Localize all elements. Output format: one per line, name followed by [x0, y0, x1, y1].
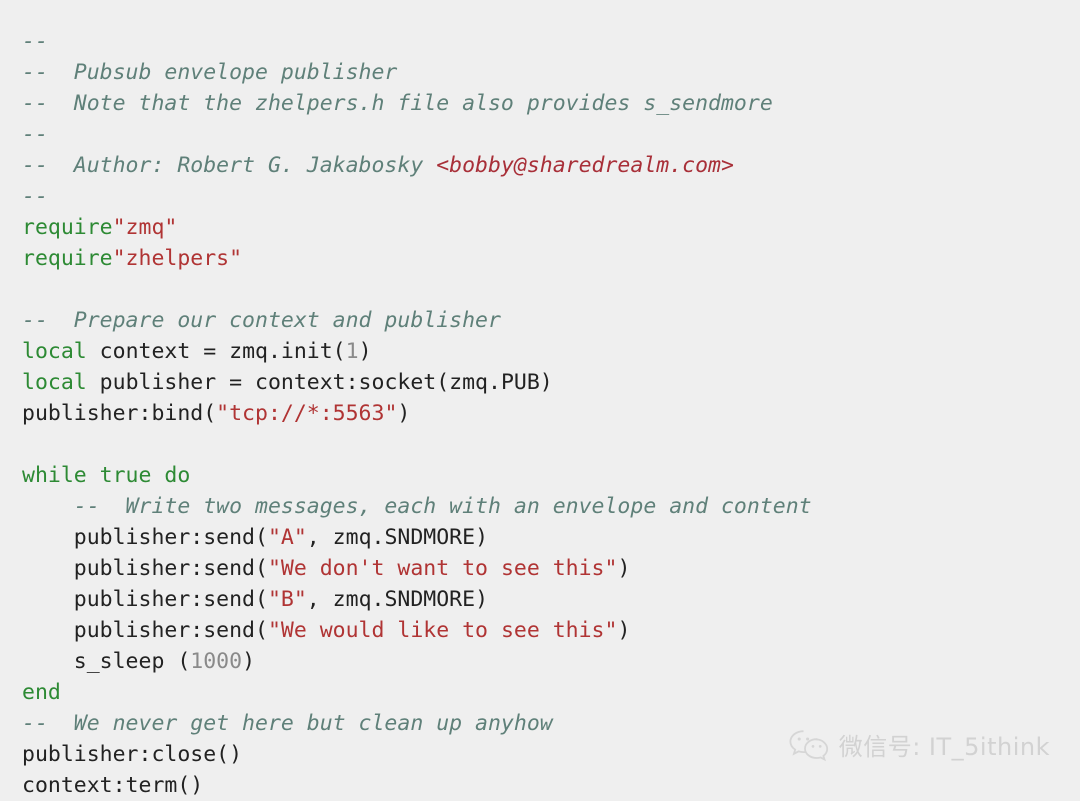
code-token-comment: -- — [22, 122, 48, 147]
code-token-plain: , zmq.SNDMORE) — [306, 587, 489, 612]
code-line: s_sleep (1000) — [22, 646, 1062, 677]
code-line: -- — [22, 26, 1062, 57]
code-line: require"zhelpers" — [22, 243, 1062, 274]
code-token-plain: publisher:send( — [22, 587, 268, 612]
code-token-plain: publisher:send( — [22, 556, 268, 581]
code-token-keyword: while true do — [22, 463, 191, 488]
code-token-string: "zmq" — [112, 215, 178, 240]
code-token-keyword: local — [22, 339, 87, 364]
code-line: publisher:send("A", zmq.SNDMORE) — [22, 522, 1062, 553]
code-line: -- — [22, 181, 1062, 212]
code-line: -- Prepare our context and publisher — [22, 305, 1062, 336]
code-token-number: 1000 — [190, 649, 243, 674]
code-token-plain: ) — [617, 618, 631, 643]
code-token-keyword: end — [22, 680, 61, 705]
code-token-string: "We would like to see this" — [267, 618, 618, 643]
code-line: local publisher = context:socket(zmq.PUB… — [22, 367, 1062, 398]
code-token-plain: publisher:bind( — [22, 401, 217, 426]
code-token-comment: -- Author: Robert G. Jakabosky — [22, 153, 437, 178]
code-token-plain: publisher:send( — [22, 525, 268, 550]
code-token-keyword: local — [22, 370, 87, 395]
code-token-comment: -- — [22, 29, 48, 54]
code-token-number: 1 — [345, 339, 359, 364]
code-token-plain: ) — [358, 339, 372, 364]
code-token-plain: context:term() — [22, 773, 204, 798]
code-token-comment: -- Write two messages, each with an enve… — [22, 494, 812, 519]
code-line: publisher:send("We don't want to see thi… — [22, 553, 1062, 584]
code-token-string: "B" — [267, 587, 307, 612]
code-line: -- We never get here but clean up anyhow — [22, 708, 1062, 739]
code-line: publisher:close() — [22, 739, 1062, 770]
code-token-plain: context = zmq.init( — [86, 339, 346, 364]
code-token-comment: -- We never get here but clean up anyhow — [22, 711, 553, 736]
code-token-comment: -- Note that the zhelpers.h file also pr… — [22, 91, 773, 116]
code-line: end — [22, 677, 1062, 708]
code-line: while true do — [22, 460, 1062, 491]
code-screenshot: -- -- Pubsub envelope publisher -- Note th… — [0, 0, 1080, 798]
code-token-comment-link: <bobby@sharedrealm.com> — [436, 153, 734, 178]
code-token-string: "tcp://*:5563" — [216, 401, 398, 426]
code-line: -- — [22, 119, 1062, 150]
code-token-plain: publisher = context:socket(zmq.PUB) — [86, 370, 553, 395]
code-line: local context = zmq.init(1) — [22, 336, 1062, 367]
code-line: publisher:bind("tcp://*:5563") — [22, 398, 1062, 429]
code-token-plain: publisher:send( — [22, 618, 268, 643]
code-line: publisher:send("B", zmq.SNDMORE) — [22, 584, 1062, 615]
code-token-plain: s_sleep ( — [22, 649, 191, 674]
code-token-plain: , zmq.SNDMORE) — [306, 525, 489, 550]
code-token-comment: -- — [22, 184, 48, 209]
code-line: require"zmq" — [22, 212, 1062, 243]
code-listing: -- -- Pubsub envelope publisher -- Note th… — [22, 26, 1062, 801]
code-line: context:term() — [22, 770, 1062, 801]
code-token-string: "A" — [267, 525, 307, 550]
code-token-string: "zhelpers" — [112, 246, 243, 271]
code-token-plain: ) — [617, 556, 631, 581]
code-token-comment: -- Prepare our context and publisher — [22, 308, 501, 333]
code-token-comment: -- Pubsub envelope publisher — [22, 60, 398, 85]
code-line: publisher:send("We would like to see thi… — [22, 615, 1062, 646]
code-token-plain: ) — [242, 649, 256, 674]
code-line: -- Note that the zhelpers.h file also pr… — [22, 88, 1062, 119]
code-line: -- Author: Robert G. Jakabosky <bobby@sh… — [22, 150, 1062, 181]
code-token-string: "We don't want to see this" — [267, 556, 618, 581]
code-token-keyword: require — [22, 246, 113, 271]
code-token-plain: publisher:close() — [22, 742, 243, 767]
code-line: -- Write two messages, each with an enve… — [22, 491, 1062, 522]
code-token-plain: ) — [397, 401, 411, 426]
code-line: -- Pubsub envelope publisher — [22, 57, 1062, 88]
code-token-keyword: require — [22, 215, 113, 240]
